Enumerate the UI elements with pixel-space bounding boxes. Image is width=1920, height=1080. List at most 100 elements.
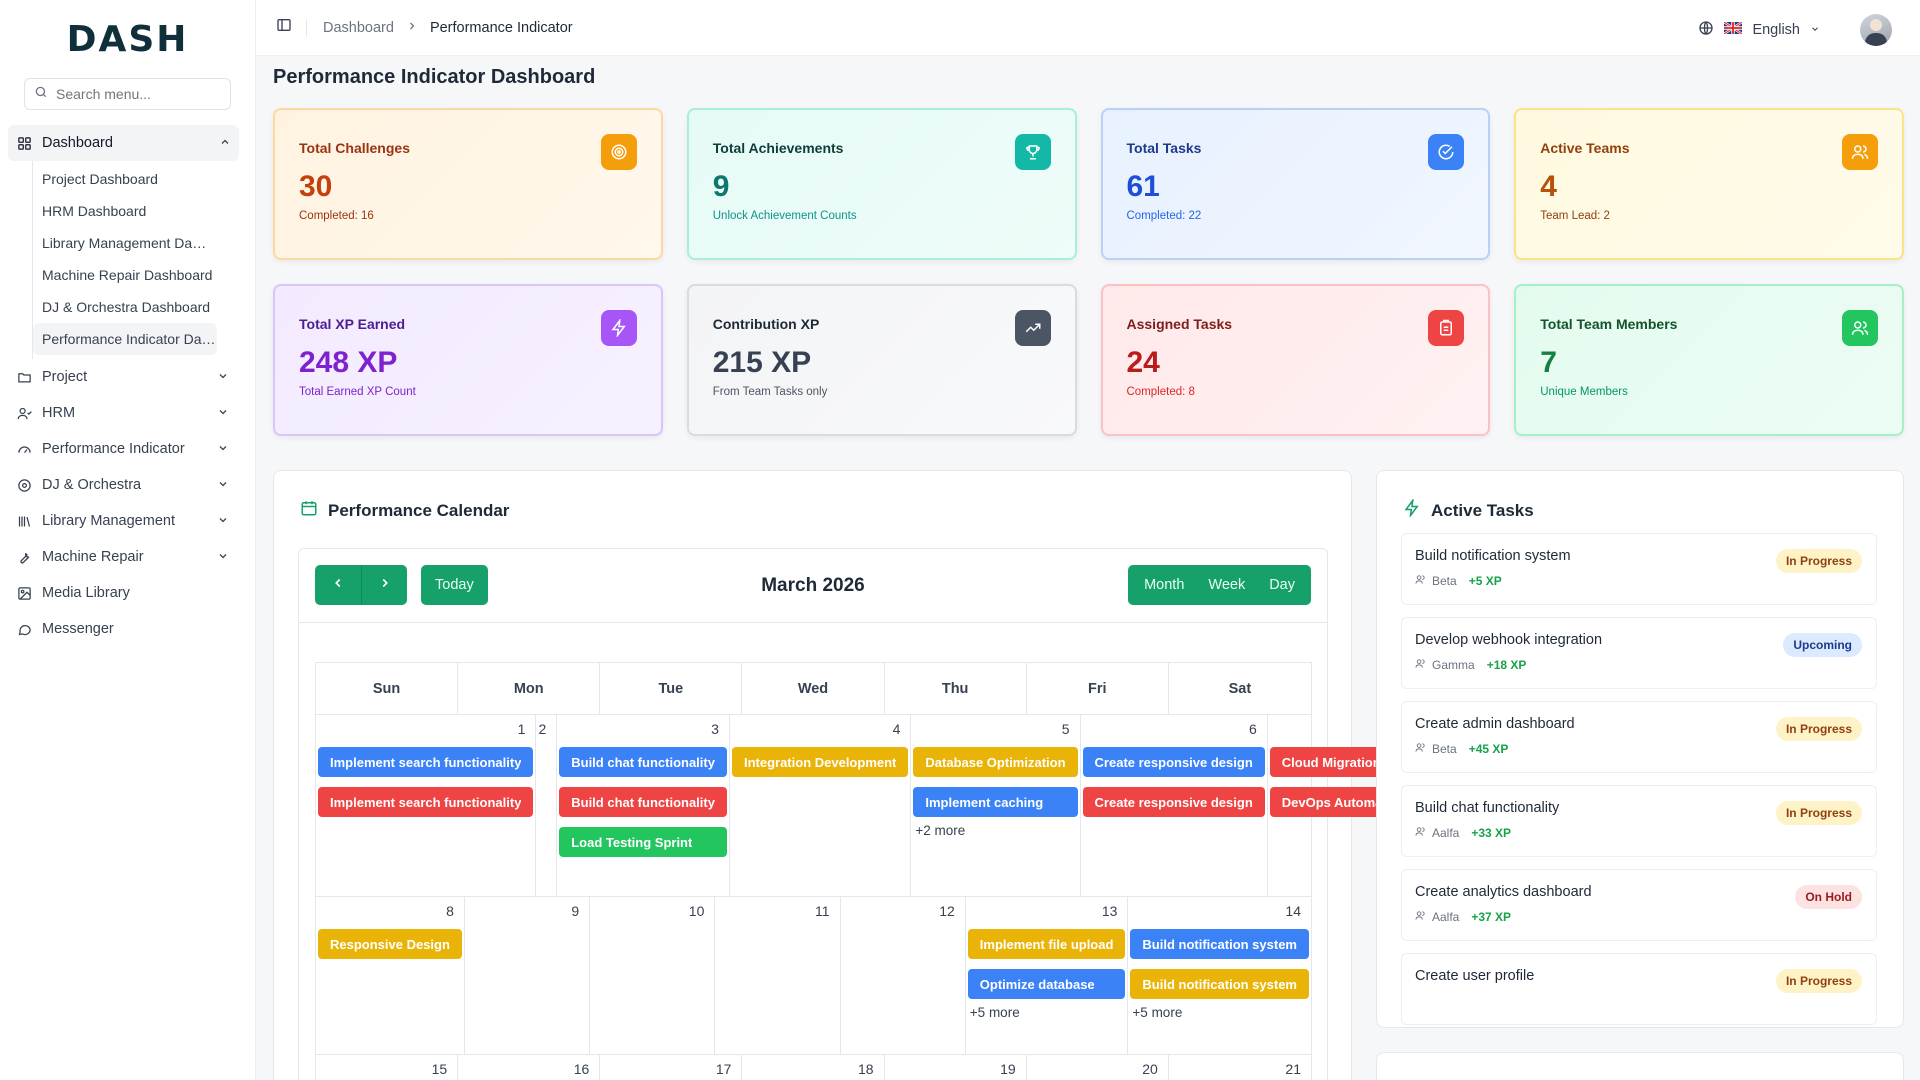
calendar-day-cell[interactable]: 16 — [458, 1055, 601, 1080]
calendar-event[interactable]: Build notification system — [1130, 969, 1309, 999]
calendar-day-cell[interactable]: 4 Integration Development — [730, 715, 912, 896]
calendar-event[interactable]: Optimize database — [967, 969, 1126, 999]
calendar-day-cell[interactable]: 21 — [1169, 1055, 1311, 1080]
calendar-day-cell[interactable]: 15 — [316, 1055, 459, 1080]
card-total-achievements[interactable]: Total Achievements 9 Unlock Achievement … — [686, 108, 1077, 260]
view-month-button[interactable]: Month — [1132, 577, 1196, 593]
calendar-event[interactable]: Responsive Design — [318, 929, 462, 959]
calendar-event[interactable]: Implement search functionality — [318, 787, 534, 817]
calendar-day-cell[interactable]: 1 Implement search functionality Implement… — [316, 715, 537, 896]
card-label: Total Tasks — [1126, 140, 1202, 156]
task-item[interactable]: Create user profile In Progress — [1401, 953, 1877, 1025]
calendar-day-cell[interactable]: 10 — [590, 897, 716, 1054]
logo[interactable]: DASH — [0, 0, 255, 78]
calendar-day-cell[interactable]: 8 Responsive Design — [316, 897, 465, 1054]
task-item[interactable]: Develop webhook integration Gamma +18 XP Up… — [1401, 617, 1877, 689]
sidebar-item-library-management[interactable]: Library Management — [0, 503, 255, 539]
calendar-event[interactable]: Load Testing Sprint — [559, 827, 727, 857]
sidebar-item-label: Media Library — [42, 585, 130, 601]
calendar-day-cell[interactable]: 17 — [600, 1055, 743, 1080]
calendar-day-cell[interactable]: 2 — [536, 715, 558, 896]
sub-item-project-dashboard[interactable]: Project Dashboard — [33, 163, 213, 195]
sidebar-item-hrm[interactable]: HRM — [0, 395, 255, 431]
calendar-event[interactable]: Implement search functionality — [318, 747, 534, 777]
calendar-day-cell[interactable]: 20 — [1027, 1055, 1169, 1080]
card-value: 24 — [1126, 346, 1160, 379]
members-icon — [1842, 310, 1878, 346]
calendar-event[interactable]: Build chat functionality — [559, 787, 727, 817]
more-events-link[interactable]: +5 more — [1130, 1005, 1309, 1020]
search-input[interactable] — [56, 86, 236, 102]
sidebar-item-project[interactable]: Project — [0, 359, 255, 395]
calendar-day-cell[interactable]: 12 — [841, 897, 966, 1054]
card-sub: Unlock Achievement Counts — [712, 210, 857, 222]
view-day-button[interactable]: Day — [1257, 577, 1307, 593]
day-number: 13 — [1101, 903, 1118, 919]
search-icon — [34, 85, 48, 104]
calendar-event[interactable]: Implement caching — [913, 787, 1078, 817]
task-item[interactable]: Create admin dashboard Beta +45 XP In Progr… — [1401, 701, 1877, 773]
calendar-event-title: Create responsive design — [1094, 754, 1253, 770]
card-total-tasks[interactable]: Total Tasks 61 Completed: 22 — [1100, 108, 1491, 260]
calendar-week-row: 15 16 17 18 19 20 21 — [315, 1054, 1312, 1080]
calendar-day-cell[interactable]: 19 — [885, 1055, 1027, 1080]
sidebar-item-machine-repair[interactable]: Machine Repair — [0, 539, 255, 575]
calendar-day-cell[interactable]: 18 — [742, 1055, 885, 1080]
card-total-xp[interactable]: Total XP Earned 248 XP Total Earned XP C… — [273, 284, 663, 436]
day-number: 15 — [431, 1061, 448, 1077]
calendar-event[interactable]: Integration Development — [731, 747, 909, 777]
sidebar-item-performance-indicator[interactable]: Performance Indicator — [0, 431, 255, 467]
sub-item-performance-dashboard[interactable]: Performance Indicator Dashboard — [33, 323, 217, 355]
calendar-day-cell[interactable]: 9 — [465, 897, 591, 1054]
sidebar-item-media-library[interactable]: Media Library — [0, 575, 255, 611]
task-item[interactable]: Build chat functionality Aalfa +33 XP In Pr… — [1401, 785, 1877, 857]
sub-item-machine-repair-dashboard[interactable]: Machine Repair Dashboard — [33, 259, 213, 291]
task-xp: +18 XP — [1486, 658, 1527, 672]
sub-item-hrm-dashboard[interactable]: HRM Dashboard — [33, 195, 213, 227]
calendar-event-title: Create responsive design — [1094, 794, 1253, 810]
calendar-event[interactable]: Database Optimization — [913, 747, 1078, 777]
topbar-right: English — [1698, 14, 1892, 46]
task-item[interactable]: Create analytics dashboard Aalfa +37 XP On … — [1401, 869, 1877, 941]
sidebar-item-label: Library Management — [42, 513, 175, 529]
calendar-event[interactable]: Build notification system — [1130, 929, 1309, 959]
card-sub: Completed: 8 — [1126, 386, 1195, 398]
calendar-event[interactable]: Implement file upload — [967, 929, 1126, 959]
wrench-icon — [16, 549, 32, 565]
day-number: 9 — [571, 903, 580, 919]
calendar-day-cell[interactable]: 14 Build notification system Build notific… — [1128, 897, 1311, 1054]
avatar[interactable] — [1860, 14, 1892, 46]
sidebar-item-dj-orchestra[interactable]: DJ & Orchestra — [0, 467, 255, 503]
sidebar-toggle-icon[interactable] — [276, 17, 292, 38]
calendar-event[interactable]: Create responsive design — [1082, 787, 1265, 817]
calendar-event-title: Build notification system — [1142, 976, 1297, 992]
calendar-day-cell[interactable]: 6 Create responsive design Create responsi… — [1081, 715, 1268, 896]
breadcrumb-dashboard[interactable]: Dashboard — [323, 20, 394, 36]
language-selector[interactable]: English — [1752, 22, 1800, 38]
calendar-event[interactable]: Create responsive design — [1082, 747, 1265, 777]
sub-item-library-dashboard[interactable]: Library Management Dashboard — [33, 227, 213, 259]
team-icon — [1415, 658, 1426, 672]
task-item[interactable]: Build notification system Beta +5 XP In Pro… — [1401, 533, 1877, 605]
calendar-event[interactable]: Build chat functionality — [559, 747, 727, 777]
chevron-down-icon[interactable] — [1810, 22, 1820, 38]
weekday-label: Sun — [316, 663, 459, 714]
card-contribution-xp[interactable]: Contribution XP 215 XP From Team Tasks o… — [686, 284, 1077, 436]
calendar-day-cell[interactable]: 13 Implement file upload Optimize database… — [966, 897, 1129, 1054]
more-events-link[interactable]: +5 more — [968, 1005, 1126, 1020]
card-active-teams[interactable]: Active Teams 4 Team Lead: 2 — [1514, 108, 1904, 260]
sidebar-item-messenger[interactable]: Messenger — [0, 611, 255, 647]
weekday-label: Thu — [885, 663, 1027, 714]
card-total-challenges[interactable]: Total Challenges 30 Completed: 16 — [273, 108, 663, 260]
card-assigned-tasks[interactable]: Assigned Tasks 24 Completed: 8 — [1100, 284, 1491, 436]
card-sub: Team Lead: 2 — [1540, 210, 1610, 222]
view-week-button[interactable]: Week — [1196, 577, 1257, 593]
calendar-day-cell[interactable]: 11 — [715, 897, 841, 1054]
more-events-link[interactable]: +2 more — [913, 823, 1077, 838]
card-total-team-members[interactable]: Total Team Members 7 Unique Members — [1514, 284, 1904, 436]
search-box[interactable] — [24, 78, 236, 110]
sub-item-dj-dashboard[interactable]: DJ & Orchestra Dashboard — [33, 291, 213, 323]
calendar-day-cell[interactable]: 5 Database Optimization Implement caching +… — [911, 715, 1081, 896]
sidebar-item-dashboard[interactable]: Dashboard — [8, 125, 239, 161]
calendar-day-cell[interactable]: 3 Build chat functionality Build chat func… — [557, 715, 730, 896]
